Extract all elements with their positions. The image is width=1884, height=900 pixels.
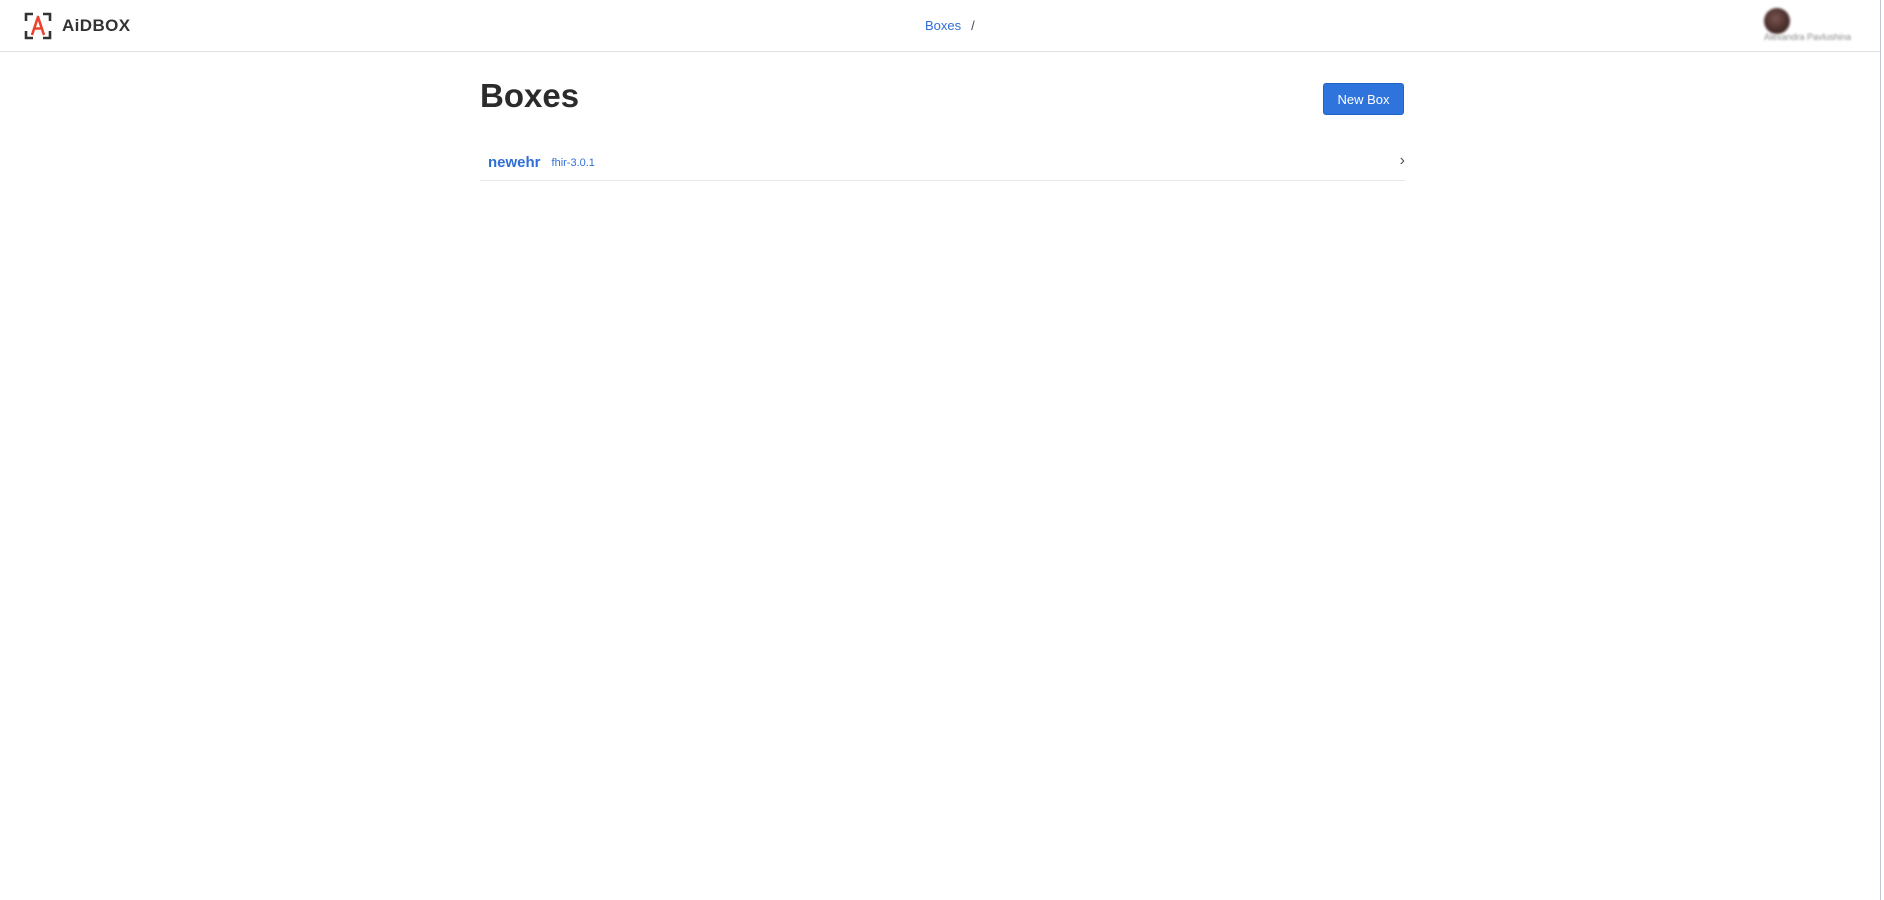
breadcrumb-item-boxes[interactable]: Boxes: [925, 17, 961, 34]
user-name: Alexandra Pavlushina: [1764, 32, 1852, 42]
box-version: fhir-3.0.1: [551, 157, 595, 169]
top-bar: AiDBOX Boxes / Alexandra Pavlushina: [0, 0, 1880, 52]
brand-name: AiDBOX: [62, 16, 131, 35]
box-list: newehr fhir-3.0.1 ›: [480, 144, 1405, 181]
page-title: Boxes: [480, 77, 580, 114]
title-row: Boxes New Box: [480, 52, 1405, 140]
box-name[interactable]: newehr: [488, 154, 541, 171]
main-content: Boxes New Box newehr fhir-3.0.1 ›: [480, 52, 1405, 181]
breadcrumb-separator: /: [971, 18, 975, 33]
new-box-button[interactable]: New Box: [1323, 83, 1404, 115]
avatar[interactable]: [1764, 8, 1790, 34]
user-menu[interactable]: Alexandra Pavlushina: [1760, 6, 1876, 46]
app-page: AiDBOX Boxes / Alexandra Pavlushina Boxe…: [0, 0, 1881, 900]
breadcrumb: Boxes /: [925, 17, 975, 34]
aidbox-logo-icon: [24, 12, 52, 40]
chevron-right-icon[interactable]: ›: [1400, 152, 1405, 170]
list-item[interactable]: newehr fhir-3.0.1 ›: [480, 144, 1405, 181]
aidbox-logo[interactable]: AiDBOX: [24, 12, 131, 40]
